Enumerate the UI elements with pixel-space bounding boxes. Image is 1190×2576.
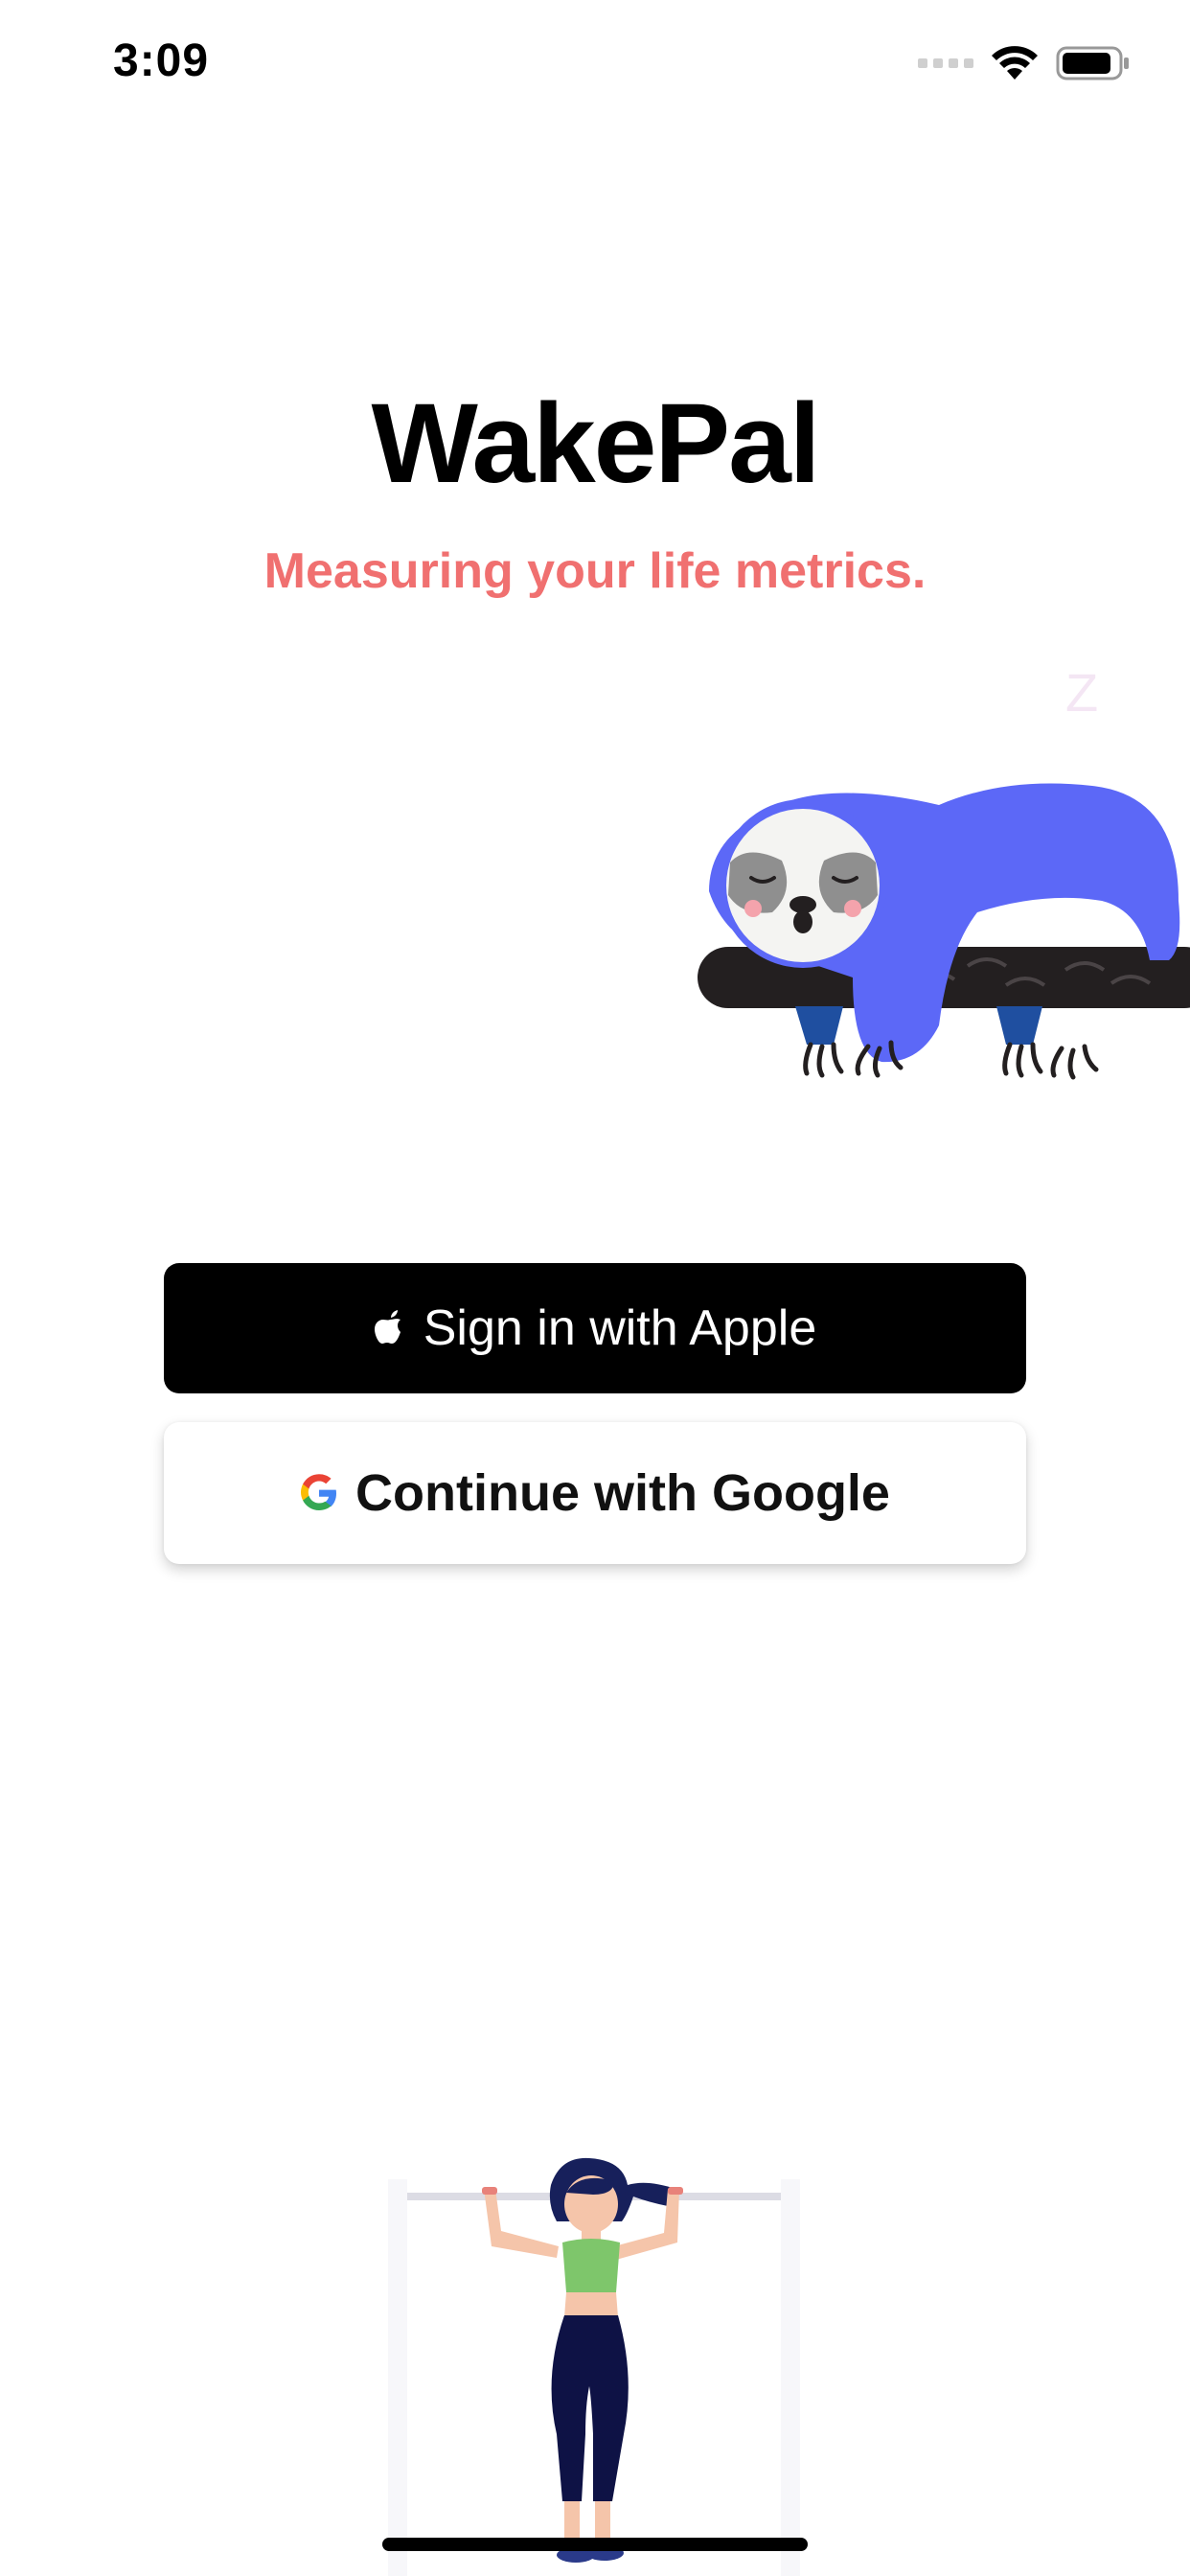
battery-icon <box>1056 46 1129 80</box>
sleeping-sloth-illustration: Z <box>698 662 1190 1080</box>
sign-in-with-apple-button[interactable]: Sign in with Apple <box>164 1263 1026 1393</box>
status-icons <box>918 44 1131 82</box>
apple-button-label: Sign in with Apple <box>423 1300 817 1356</box>
status-time: 3:09 <box>113 35 210 86</box>
app-title: WakePal <box>371 380 821 507</box>
google-button-label: Continue with Google <box>355 1464 890 1522</box>
status-bar: 3:09 <box>0 0 1190 126</box>
wifi-icon <box>992 46 1038 80</box>
woman-pullup-illustration <box>388 2157 800 2576</box>
continue-with-google-button[interactable]: Continue with Google <box>164 1422 1026 1564</box>
home-indicator[interactable] <box>382 2538 808 2551</box>
apple-logo-icon <box>374 1310 400 1344</box>
sleep-z-glyph: Z <box>1065 662 1098 723</box>
google-logo-icon <box>301 1474 337 1510</box>
signal-icon <box>918 58 973 68</box>
app-subtitle: Measuring your life metrics. <box>263 543 927 599</box>
